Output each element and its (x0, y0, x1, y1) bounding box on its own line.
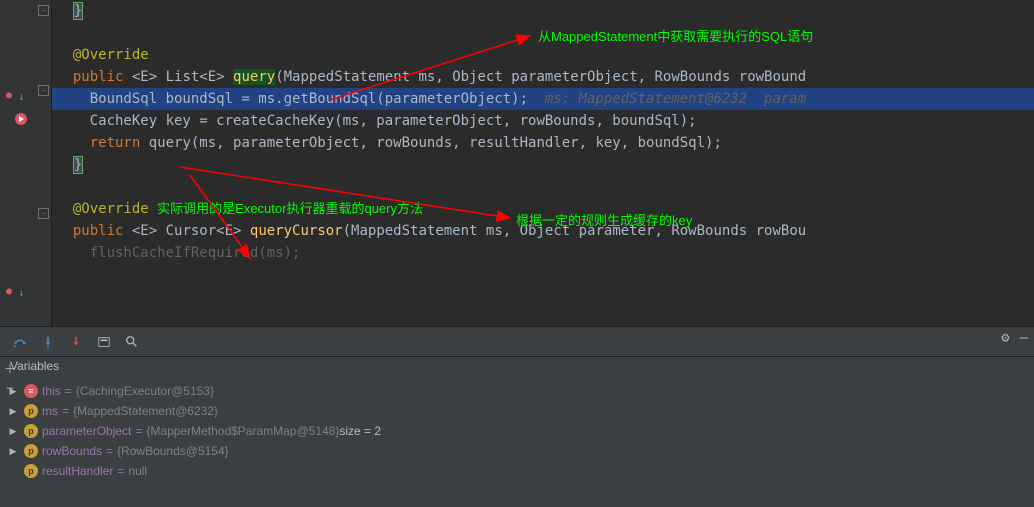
var-name: resultHandler (42, 461, 113, 481)
add-icon[interactable]: ＋ (0, 360, 20, 377)
var-equals: = (135, 421, 142, 441)
debug-sidebar: ＋ − (0, 356, 20, 506)
var-badge: p (24, 444, 38, 458)
fold-marker[interactable]: − (38, 208, 49, 219)
annotation-text: 从MappedStatement中获取需要执行的SQL语句 (538, 26, 813, 45)
breakpoint-icon[interactable]: ● (6, 286, 12, 297)
var-name: parameterObject (42, 421, 131, 441)
var-equals: = (106, 441, 113, 461)
var-value: null (128, 461, 147, 481)
var-value: {MapperMethod$ParamMap@5148} (146, 421, 339, 441)
code-line: } (52, 0, 1034, 22)
variable-row[interactable]: ▶prowBounds={RowBounds@5154} (6, 441, 1028, 461)
panel-controls: ⚙ — (1001, 330, 1028, 346)
var-value: {CachingExecutor@5153} (76, 381, 214, 401)
remove-icon[interactable]: − (0, 381, 20, 395)
step-into-icon[interactable] (36, 330, 60, 354)
code-line: CacheKey key = createCacheKey(ms, parame… (52, 110, 1034, 132)
var-badge: p (24, 464, 38, 478)
var-name: this (42, 381, 61, 401)
variable-row[interactable]: ▶≡this={CachingExecutor@5153} (6, 381, 1028, 401)
execution-point-icon (14, 112, 28, 129)
override-down-icon[interactable]: ↓ (18, 286, 25, 299)
variable-row[interactable]: ▶pparameterObject={MapperMethod$ParamMap… (6, 421, 1028, 441)
debug-panel: Variables ▶≡this={CachingExecutor@5153}▶… (0, 326, 1034, 507)
annotation-text: 实际调用的是Executor执行器重载的query方法 (157, 201, 423, 216)
code-line (52, 176, 1034, 198)
var-equals: = (62, 401, 69, 421)
var-name: rowBounds (42, 441, 102, 461)
variable-row[interactable]: p resultHandler=null (6, 461, 1028, 481)
var-badge: p (24, 424, 38, 438)
var-name: ms (42, 401, 58, 421)
var-badge: p (24, 404, 38, 418)
variable-row[interactable]: ▶pms={MappedStatement@6232} (6, 401, 1028, 421)
code-line: return query(ms, parameterObject, rowBou… (52, 132, 1034, 154)
fold-marker[interactable]: − (38, 85, 49, 96)
annotation-text: 根据一定的规则生成缓存的key (516, 210, 692, 229)
debug-toolbar (0, 327, 1034, 357)
minimize-icon[interactable]: — (1020, 330, 1028, 346)
fold-marker[interactable]: − (38, 5, 49, 16)
force-step-icon[interactable] (64, 330, 88, 354)
evaluate-icon[interactable] (92, 330, 116, 354)
gear-icon[interactable]: ⚙ (1001, 330, 1009, 346)
code-editor[interactable]: − − − ● ↓ ● ↓ } @Override public <E> Lis… (0, 0, 1034, 326)
var-value: {MappedStatement@6232} (73, 401, 218, 421)
override-down-icon[interactable]: ↓ (18, 90, 25, 103)
code-line: public <E> List<E> query(MappedStatement… (52, 66, 1034, 88)
variables-header: Variables (0, 357, 1034, 379)
watch-icon[interactable] (120, 330, 144, 354)
step-over-icon[interactable] (8, 330, 32, 354)
variables-list: ▶≡this={CachingExecutor@5153}▶pms={Mappe… (0, 379, 1034, 483)
code-line: } (52, 154, 1034, 176)
var-extra: size = 2 (339, 421, 381, 441)
gutter: − − − ● ↓ ● ↓ (0, 0, 52, 326)
code-line: flushCacheIfRequired(ms); (52, 242, 1034, 264)
breakpoint-icon[interactable]: ● (6, 90, 12, 101)
var-equals: = (65, 381, 72, 401)
var-equals: = (117, 461, 124, 481)
var-badge: ≡ (24, 384, 38, 398)
code-line-current: BoundSql boundSql = ms.getBoundSql(param… (52, 88, 1034, 110)
var-value: {RowBounds@5154} (117, 441, 229, 461)
code-line: @Override (52, 44, 1034, 66)
